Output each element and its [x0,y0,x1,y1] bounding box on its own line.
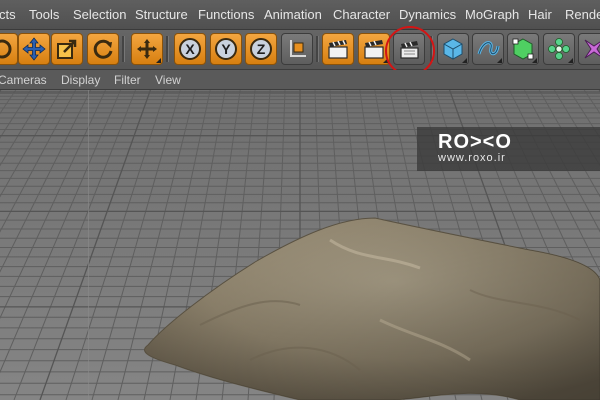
deformer-button[interactable] [578,33,600,65]
main-toolbar: X Y Z [0,30,600,70]
nurbs-button[interactable] [507,33,539,65]
toolbar-separator [316,36,319,62]
menu-mograph[interactable]: MoGraph [465,7,519,22]
array-button[interactable] [543,33,575,65]
z-axis-lock-icon: Z [250,38,272,60]
coordinate-system-button[interactable] [281,33,313,65]
watermark-url: www.roxo.ir [438,152,506,164]
menu-animation[interactable]: Animation [264,7,322,22]
deformer-icon [584,39,600,59]
menu-render[interactable]: Render [565,7,600,22]
menu-character[interactable]: Character [333,7,390,22]
main-menu-bar: cts Tools Selection Structure Functions … [0,0,600,30]
menu-structure[interactable]: Structure [135,7,188,22]
toolbar-separator [166,36,169,62]
menu-dynamics[interactable]: Dynamics [399,7,456,22]
x-axis-lock-button[interactable]: X [174,33,206,65]
render-view-icon [328,40,348,59]
move-icon [22,37,46,61]
viewport-light-edge [88,90,89,400]
menu-objects[interactable]: cts [0,7,16,22]
live-selection-button[interactable] [131,33,163,65]
rotate-icon [93,39,113,59]
rotate-partial-button[interactable] [0,33,18,65]
z-axis-lock-button[interactable]: Z [245,33,277,65]
x-axis-lock-icon: X [179,38,201,60]
submenu-indicator [156,58,161,63]
viewport-menu-filter[interactable]: Filter [114,73,141,87]
submenu-indicator [532,58,537,63]
watermark-banner: RO><O www.roxo.ir [417,127,600,171]
3d-viewport[interactable]: RO><O www.roxo.ir [0,90,600,400]
spline-button[interactable] [472,33,504,65]
menu-tools[interactable]: Tools [29,7,59,22]
rotate-partial-icon [0,39,12,59]
submenu-indicator [568,58,573,63]
move-tool-button[interactable] [18,33,50,65]
submenu-indicator [497,58,502,63]
watermark-logo: RO><O [438,131,512,153]
highlight-annotation-circle [385,26,435,76]
viewport-menu-cameras[interactable]: Cameras [0,73,47,87]
menu-functions[interactable]: Functions [198,7,254,22]
submenu-indicator [462,58,467,63]
viewport-menu-bar: Cameras Display Filter View [0,70,600,90]
x-axis-label: X [185,41,195,57]
menu-selection[interactable]: Selection [73,7,126,22]
y-axis-lock-icon: Y [215,38,237,60]
z-axis-label: Z [257,41,266,57]
scale-icon [57,39,77,59]
viewport-menu-view[interactable]: View [155,73,181,87]
coordinate-system-icon [290,40,306,57]
viewport-menu-display[interactable]: Display [61,73,100,87]
scale-tool-button[interactable] [51,33,83,65]
cube-button[interactable] [437,33,469,65]
menu-hair[interactable]: Hair [528,7,552,22]
y-axis-label: Y [221,41,231,57]
render-view-button[interactable] [322,33,354,65]
y-axis-lock-button[interactable]: Y [210,33,242,65]
rotate-tool-button[interactable] [87,33,119,65]
toolbar-separator [122,36,125,62]
